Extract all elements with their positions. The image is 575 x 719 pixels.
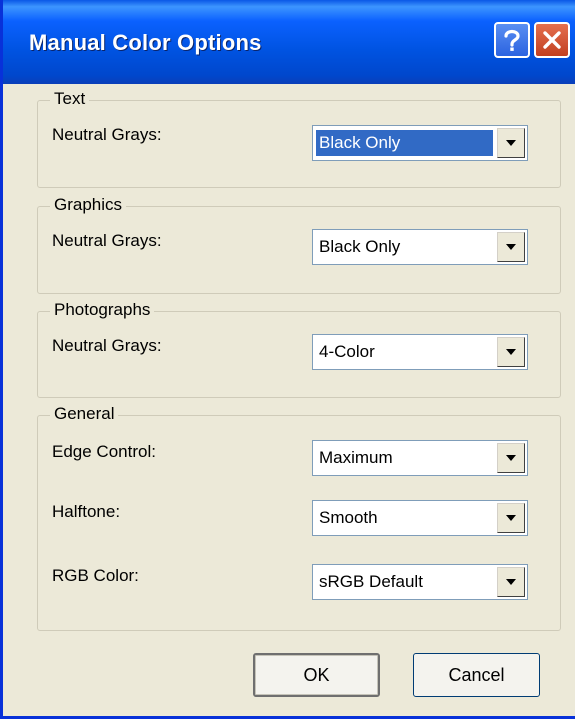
photographs-group: Photographs Neutral Grays: 4-Color bbox=[37, 300, 561, 398]
edge-control-value: Maximum bbox=[319, 448, 393, 467]
dropdown-button[interactable] bbox=[497, 232, 525, 262]
dropdown-button[interactable] bbox=[497, 443, 525, 473]
help-icon bbox=[504, 29, 520, 51]
photographs-neutral-grays-select[interactable]: 4-Color bbox=[312, 334, 528, 370]
rgb-color-value: sRGB Default bbox=[319, 572, 423, 591]
graphics-neutral-grays-select[interactable]: Black Only bbox=[312, 229, 528, 265]
dialog-window: Manual Color Options Text Neutral Grays:… bbox=[0, 0, 575, 719]
dropdown-button[interactable] bbox=[497, 337, 525, 367]
dialog-title: Manual Color Options bbox=[29, 30, 262, 55]
halftone-value: Smooth bbox=[319, 508, 378, 527]
chevron-down-icon bbox=[506, 140, 516, 146]
rgb-color-label: RGB Color: bbox=[52, 566, 139, 585]
edge-control-select[interactable]: Maximum bbox=[312, 440, 528, 476]
photographs-neutral-grays-label: Neutral Grays: bbox=[52, 336, 162, 355]
chevron-down-icon bbox=[506, 349, 516, 355]
chevron-down-icon bbox=[506, 579, 516, 585]
dropdown-button[interactable] bbox=[497, 503, 525, 533]
chevron-down-icon bbox=[506, 244, 516, 250]
photographs-group-legend: Photographs bbox=[50, 300, 155, 320]
chevron-down-icon bbox=[506, 515, 516, 521]
close-button[interactable] bbox=[534, 22, 570, 58]
ok-button[interactable]: OK bbox=[253, 653, 380, 697]
close-icon bbox=[543, 31, 561, 49]
text-neutral-grays-value: Black Only bbox=[316, 130, 493, 156]
chevron-down-icon bbox=[506, 455, 516, 461]
text-group-legend: Text bbox=[50, 89, 90, 109]
dialog-body: Text Neutral Grays: Black Only Graphics … bbox=[3, 84, 575, 716]
photographs-neutral-grays-value: 4-Color bbox=[319, 342, 375, 361]
rgb-color-select[interactable]: sRGB Default bbox=[312, 564, 528, 600]
cancel-button[interactable]: Cancel bbox=[413, 653, 540, 697]
graphics-group-legend: Graphics bbox=[50, 195, 127, 215]
graphics-group: Graphics Neutral Grays: Black Only bbox=[37, 195, 561, 294]
graphics-neutral-grays-label: Neutral Grays: bbox=[52, 231, 162, 250]
halftone-label: Halftone: bbox=[52, 502, 121, 521]
edge-control-label: Edge Control: bbox=[52, 442, 156, 461]
dropdown-button[interactable] bbox=[497, 128, 525, 158]
dropdown-button[interactable] bbox=[497, 567, 525, 597]
text-neutral-grays-label: Neutral Grays: bbox=[52, 125, 162, 144]
title-bar[interactable]: Manual Color Options bbox=[3, 0, 575, 84]
graphics-neutral-grays-value: Black Only bbox=[319, 237, 401, 256]
halftone-select[interactable]: Smooth bbox=[312, 500, 528, 536]
text-neutral-grays-select[interactable]: Black Only bbox=[312, 125, 528, 161]
text-group: Text Neutral Grays: Black Only bbox=[37, 89, 561, 188]
general-group: General Edge Control: Maximum Halftone: … bbox=[37, 404, 561, 631]
help-button[interactable] bbox=[494, 22, 530, 58]
general-group-legend: General bbox=[50, 404, 119, 424]
